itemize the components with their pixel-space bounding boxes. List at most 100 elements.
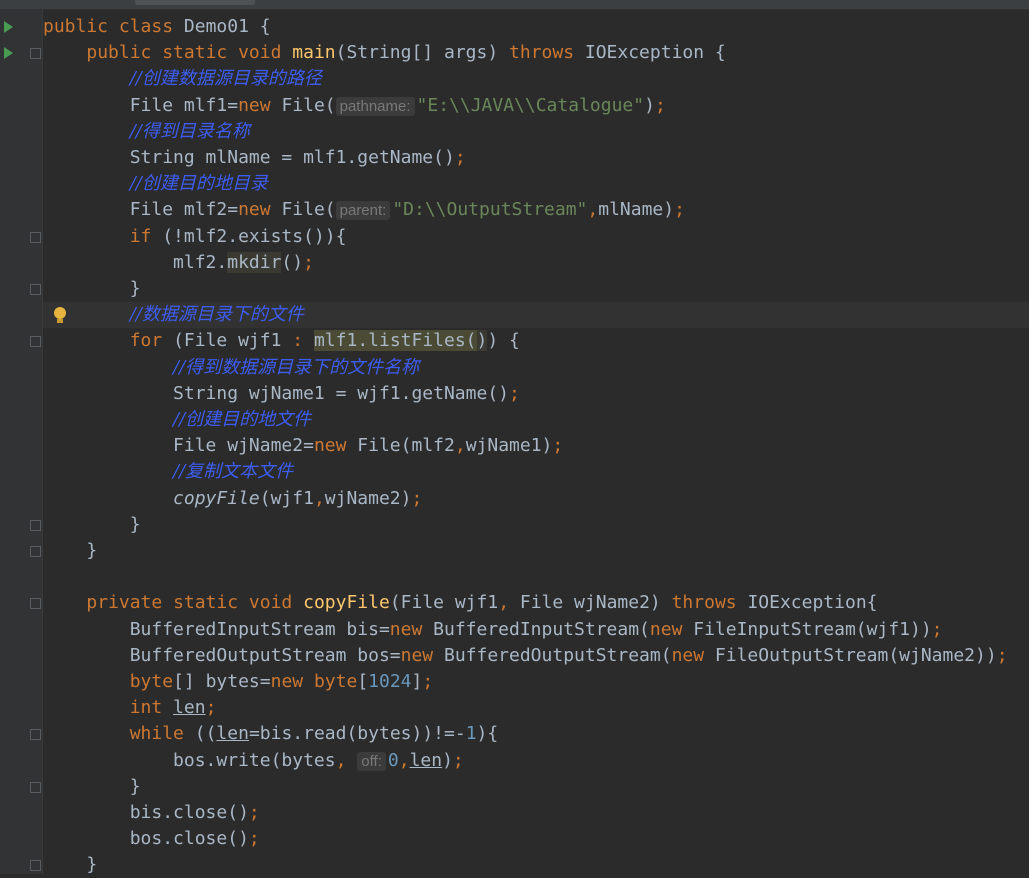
run-icon[interactable] <box>4 21 13 33</box>
code-token: } <box>43 854 98 876</box>
code-token: File mlf1= <box>43 94 239 116</box>
code-line[interactable] <box>43 564 1029 590</box>
code-line[interactable]: int len; <box>43 695 1029 721</box>
code-token: Demo01 { <box>183 16 271 37</box>
fold-icon[interactable] <box>30 231 41 243</box>
code-token: : <box>292 330 304 352</box>
code-token: "D:\\OutputStream" <box>392 199 588 221</box>
code-token: wjName2) <box>324 487 412 509</box>
parameter-hint: off: <box>357 751 386 771</box>
fold-icon[interactable] <box>30 860 41 872</box>
code-token: static <box>162 42 239 64</box>
code-token: 1 <box>465 723 477 745</box>
code-comment: //复制文本文件 <box>173 461 294 483</box>
code-token: ) { <box>487 330 520 352</box>
code-line[interactable]: File wjName2=new File(mlf2,wjName1); <box>43 433 1029 459</box>
code-token: (String[] args) <box>335 42 510 64</box>
code-line[interactable]: //数据源目录下的文件 <box>43 302 1029 329</box>
code-token: , <box>498 592 520 614</box>
code-token: } <box>43 513 141 535</box>
code-token: wjName1) <box>465 435 553 457</box>
code-line[interactable]: File mlf2=new File(parent: "D:\\OutputStr… <box>43 197 1029 223</box>
code-line[interactable]: File mlf1=new File(pathname: "E:\\JAVA\\C… <box>43 93 1029 119</box>
code-comment: //数据源目录下的文件 <box>129 304 304 326</box>
code-line[interactable]: copyFile(wjf1,wjName2); <box>43 486 1029 512</box>
fold-icon[interactable] <box>30 48 41 60</box>
code-comment: //创建目的地目录 <box>129 173 268 195</box>
code-token: , <box>587 199 599 221</box>
code-editor[interactable]: public class Demo01 { public static void… <box>43 0 1029 875</box>
code-token: byte <box>129 671 174 692</box>
code-line[interactable]: //创建目的地文件 <box>43 407 1029 433</box>
fold-icon[interactable] <box>30 336 41 348</box>
code-line[interactable]: BufferedOutputStream bos=new BufferedOut… <box>43 643 1029 669</box>
fold-icon[interactable] <box>30 729 41 741</box>
code-line[interactable]: String mlName = mlf1.getName(); <box>43 145 1029 171</box>
code-token: ; <box>509 382 520 404</box>
code-line[interactable]: //得到目录名称 <box>43 119 1029 145</box>
code-token: IOException{ <box>747 592 878 614</box>
code-line[interactable]: } <box>43 774 1029 800</box>
fold-icon[interactable] <box>30 519 41 531</box>
code-line[interactable]: public class Demo01 { <box>43 14 1029 40</box>
code-line[interactable]: String wjName1 = wjf1.getName(); <box>43 381 1029 407</box>
fold-icon[interactable] <box>30 284 41 295</box>
code-token: File wjName2= <box>43 435 314 457</box>
code-line[interactable]: } <box>43 512 1029 538</box>
code-token: int <box>129 697 174 719</box>
code-line[interactable]: while ((len=bis.read(bytes))!=-1){ <box>43 721 1029 747</box>
code-token: len <box>173 697 206 719</box>
code-token: static <box>173 592 249 614</box>
code-token: bos.write(bytes <box>43 749 336 771</box>
code-line[interactable]: //创建数据源目录的路径 <box>43 66 1029 92</box>
code-line[interactable]: mlf2.mkdir(); <box>43 250 1029 276</box>
code-token: ; <box>248 802 260 823</box>
fold-icon[interactable] <box>30 546 41 557</box>
run-icon[interactable] <box>4 47 13 60</box>
code-token: ) <box>476 330 488 352</box>
code-token: main <box>292 42 336 64</box>
code-token: mkdir <box>227 251 282 273</box>
code-line[interactable]: bis.close(); <box>43 800 1029 826</box>
code-token: , <box>313 487 325 509</box>
code-line[interactable]: bos.close(); <box>43 826 1029 852</box>
code-token: for <box>129 330 174 352</box>
fold-icon[interactable] <box>30 598 41 610</box>
code-comment: //创建数据源目录的路径 <box>129 68 322 90</box>
code-token: ; <box>422 671 434 692</box>
code-token: BufferedInputStream( <box>433 618 650 640</box>
code-token: ; <box>454 147 466 168</box>
code-token: BufferedInputStream bis= <box>43 618 390 640</box>
code-line[interactable]: } <box>43 852 1029 878</box>
code-token: mlf1.listFiles( <box>313 330 477 352</box>
code-line[interactable]: public static void main(String[] args) t… <box>43 40 1029 66</box>
code-token: new <box>270 671 314 692</box>
code-line[interactable]: } <box>43 538 1029 564</box>
code-token: throws <box>671 592 748 614</box>
code-line[interactable]: } <box>43 276 1029 302</box>
code-token: (!mlf2.exists()){ <box>162 225 347 247</box>
code-line[interactable]: bos.write(bytes, off: 0,len); <box>43 748 1029 774</box>
code-line[interactable]: BufferedInputStream bis=new BufferedInpu… <box>43 617 1029 643</box>
code-token: ; <box>411 487 423 509</box>
code-token: (File wjf1 <box>389 592 499 614</box>
code-line[interactable]: byte[] bytes=new byte[1024]; <box>43 669 1029 695</box>
code-token: , <box>335 749 358 771</box>
code-token: new <box>313 435 358 457</box>
code-token: ; <box>552 435 564 457</box>
code-line[interactable]: private static void copyFile(File wjf1, … <box>43 590 1029 616</box>
code-line[interactable]: if (!mlf2.exists()){ <box>43 224 1029 250</box>
code-line[interactable]: //得到数据源目录下的文件名称 <box>43 355 1029 381</box>
fold-icon[interactable] <box>30 781 41 793</box>
code-line[interactable]: //复制文本文件 <box>43 459 1029 485</box>
code-line[interactable]: //创建目的地目录 <box>43 171 1029 197</box>
code-line[interactable]: for (File wjf1 : mlf1.listFiles()) { <box>43 328 1029 354</box>
